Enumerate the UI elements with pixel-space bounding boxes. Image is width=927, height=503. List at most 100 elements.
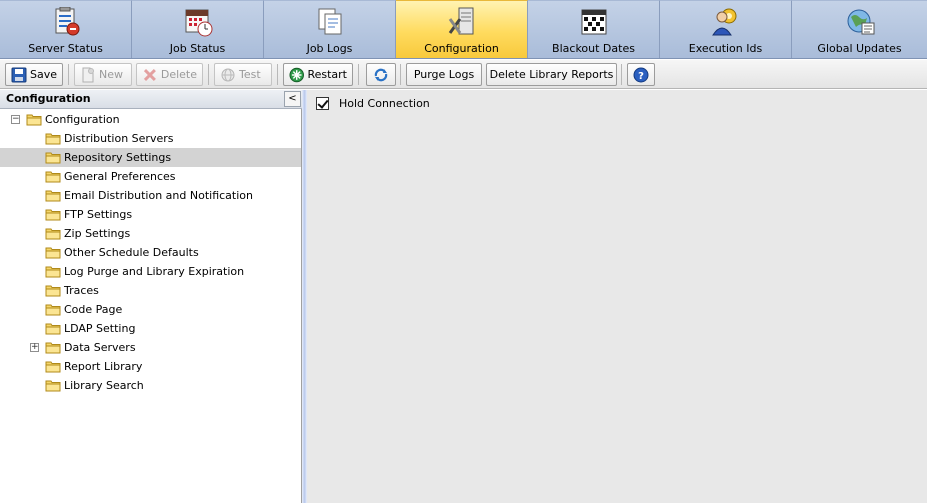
- tree-node-label: General Preferences: [64, 170, 176, 183]
- delete-button[interactable]: Delete: [136, 63, 203, 86]
- folder-icon: [45, 228, 61, 240]
- refresh-button[interactable]: [366, 63, 396, 86]
- settings-content-pane: Hold Connection: [307, 90, 927, 503]
- tree-node-label: LDAP Setting: [64, 322, 136, 335]
- toolbar-separator: [400, 64, 401, 85]
- tab-label: Execution Ids: [688, 42, 763, 55]
- tree-node-email-distribution[interactable]: Email Distribution and Notification: [0, 186, 301, 205]
- folder-icon: [45, 247, 61, 259]
- save-label: Save: [29, 68, 57, 81]
- folder-icon: [45, 285, 61, 297]
- folder-icon: [45, 266, 61, 278]
- folder-icon: [45, 342, 61, 354]
- folder-icon: [45, 304, 61, 316]
- tree-node-label: Repository Settings: [64, 151, 172, 164]
- tree-node-log-purge[interactable]: Log Purge and Library Expiration: [0, 262, 301, 281]
- folder-icon: [45, 171, 61, 183]
- tab-label: Server Status: [28, 42, 103, 55]
- configuration-tree: − Configuration Distribution Servers Rep…: [0, 110, 301, 395]
- tab-blackout-dates[interactable]: Blackout Dates: [528, 0, 660, 58]
- pane-title: Configuration: [6, 92, 91, 105]
- tree-node-library-search[interactable]: Library Search: [0, 376, 301, 395]
- tab-job-status[interactable]: Job Status: [132, 0, 264, 58]
- tree-node-data-servers[interactable]: + Data Servers: [0, 338, 301, 357]
- tree-node-repository-settings[interactable]: Repository Settings: [0, 148, 301, 167]
- tab-configuration[interactable]: Configuration: [396, 0, 528, 58]
- restart-label: Restart: [307, 68, 347, 81]
- help-icon: ?: [633, 67, 649, 82]
- tab-job-logs[interactable]: Job Logs: [264, 0, 396, 58]
- new-button[interactable]: New: [74, 63, 132, 86]
- pane-header: Configuration <: [0, 90, 302, 109]
- tree-node-general-preferences[interactable]: General Preferences: [0, 167, 301, 186]
- tree-node-report-library[interactable]: Report Library: [0, 357, 301, 376]
- folder-icon: [45, 152, 61, 164]
- folder-icon: [26, 114, 42, 126]
- execution-ids-icon: [711, 8, 736, 36]
- tree-node-zip-settings[interactable]: Zip Settings: [0, 224, 301, 243]
- hold-connection-label: Hold Connection: [339, 97, 430, 110]
- folder-icon: [45, 361, 61, 373]
- new-document-icon: [82, 67, 94, 82]
- tree-node-label: Code Page: [64, 303, 123, 316]
- expand-node-icon[interactable]: +: [30, 343, 39, 352]
- delete-x-icon: [143, 68, 156, 81]
- server-status-icon: [55, 7, 79, 36]
- collapse-node-icon[interactable]: −: [11, 115, 20, 124]
- save-button[interactable]: Save: [5, 63, 63, 86]
- tab-label: Job Status: [169, 42, 226, 55]
- delete-library-reports-button[interactable]: Delete Library Reports: [486, 63, 617, 86]
- tab-label: Blackout Dates: [552, 42, 635, 55]
- folder-icon: [45, 323, 61, 335]
- tree-node-ldap-setting[interactable]: LDAP Setting: [0, 319, 301, 338]
- tree-node-other-schedule-defaults[interactable]: Other Schedule Defaults: [0, 243, 301, 262]
- floppy-disk-icon: [11, 67, 27, 82]
- test-globe-icon: [221, 68, 235, 81]
- help-button[interactable]: ?: [627, 63, 655, 86]
- test-button[interactable]: Test: [214, 63, 272, 86]
- tree-node-traces[interactable]: Traces: [0, 281, 301, 300]
- tree-node-distribution-servers[interactable]: Distribution Servers: [0, 129, 301, 148]
- refresh-icon: [374, 68, 388, 81]
- tree-node-label: Report Library: [64, 360, 143, 373]
- tree-node-label: FTP Settings: [64, 208, 133, 221]
- main-tab-bar: Server Status Job Status Job Logs Config…: [0, 0, 927, 59]
- tab-label: Job Logs: [306, 42, 353, 55]
- job-logs-icon: [318, 8, 341, 35]
- purge-logs-label: Purge Logs: [413, 68, 475, 81]
- toolbar-separator: [621, 64, 622, 85]
- tree-node-label: Email Distribution and Notification: [64, 189, 253, 202]
- toolbar-separator: [358, 64, 359, 85]
- hold-connection-checkbox[interactable]: [316, 97, 329, 110]
- delete-library-reports-label: Delete Library Reports: [489, 68, 614, 81]
- tab-execution-ids[interactable]: Execution Ids: [660, 0, 792, 58]
- job-status-icon: [185, 9, 212, 37]
- folder-icon: [45, 190, 61, 202]
- blackout-dates-icon: [581, 9, 606, 35]
- new-label: New: [99, 68, 123, 81]
- tab-label: Configuration: [424, 42, 499, 55]
- tree-node-ftp-settings[interactable]: FTP Settings: [0, 205, 301, 224]
- tab-global-updates[interactable]: Global Updates: [792, 0, 927, 58]
- tree-node-label: Distribution Servers: [64, 132, 174, 145]
- tree-node-label: Configuration: [45, 113, 120, 126]
- tab-server-status[interactable]: Server Status: [0, 0, 132, 58]
- collapse-pane-button[interactable]: <: [284, 91, 301, 107]
- tree-node-configuration[interactable]: − Configuration: [0, 110, 301, 129]
- restart-icon: [289, 67, 304, 82]
- configuration-icon: [448, 7, 473, 35]
- purge-logs-button[interactable]: Purge Logs: [406, 63, 482, 86]
- toolbar: Save New Delete Test Restart Purge Logs …: [0, 60, 927, 89]
- tab-label: Global Updates: [817, 42, 902, 55]
- global-updates-icon: [847, 9, 874, 35]
- tree-node-label: Log Purge and Library Expiration: [64, 265, 245, 278]
- configuration-tree-pane: Configuration < − Configuration Distribu…: [0, 90, 302, 503]
- tree-node-code-page[interactable]: Code Page: [0, 300, 301, 319]
- test-label: Test: [239, 68, 261, 81]
- folder-icon: [45, 209, 61, 221]
- tree-node-label: Zip Settings: [64, 227, 131, 240]
- tree-node-label: Library Search: [64, 379, 144, 392]
- hold-connection-row: Hold Connection: [316, 97, 430, 110]
- restart-button[interactable]: Restart: [283, 63, 353, 86]
- tree-node-label: Traces: [64, 284, 99, 297]
